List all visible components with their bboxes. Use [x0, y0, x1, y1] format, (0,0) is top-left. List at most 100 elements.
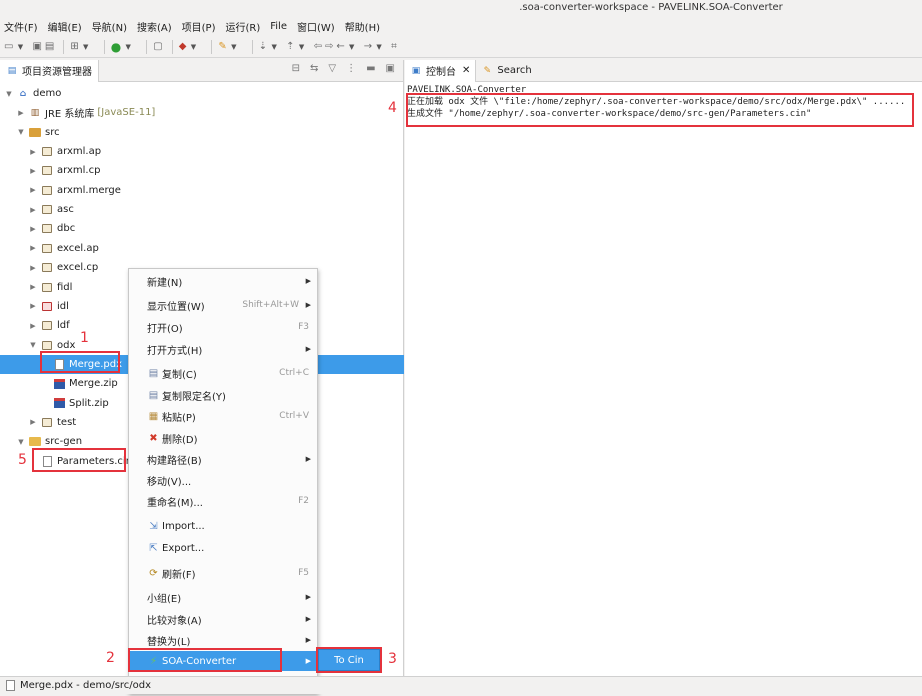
tree-item[interactable]: ▶ arxml.merge: [0, 181, 404, 200]
tree-item[interactable]: ▼ src: [0, 123, 404, 142]
tab-search[interactable]: ✎ Search: [476, 60, 536, 82]
tree-item[interactable]: ▼ ⌂ demo: [0, 84, 404, 103]
terminal-icon[interactable]: ▢: [153, 39, 162, 55]
new-dropdown-icon[interactable]: ▼: [16, 39, 24, 55]
context-menu-item[interactable]: 新建(N) ▶: [129, 271, 317, 291]
back-icon[interactable]: ←: [336, 39, 344, 55]
context-menu-item[interactable]: 显示位置(W) Shift+Alt+W ▶: [129, 295, 317, 315]
pen-icon[interactable]: ✎: [218, 39, 226, 55]
context-menu-item[interactable]: ⇲ Import...: [129, 516, 317, 536]
collapsed-chevron-icon[interactable]: ▶: [28, 225, 38, 233]
next-annotation-icon[interactable]: ⇣: [259, 39, 267, 55]
annotation-box-parameters-cin: [32, 448, 126, 472]
annotation-number: 4: [388, 100, 397, 116]
tree-item-label: odx: [57, 339, 76, 351]
menu-project[interactable]: 项目(P): [182, 19, 216, 34]
menu-file[interactable]: 文件(F): [4, 19, 38, 34]
collapsed-chevron-icon[interactable]: ▶: [16, 109, 26, 117]
status-text: Merge.pdx - demo/src/odx: [20, 680, 152, 691]
menu-navigate[interactable]: 导航(N): [92, 19, 127, 34]
context-menu-item[interactable]: 替换为(L) ▶: [129, 630, 317, 650]
context-menu-item[interactable]: 构建路径(B) ▶: [129, 449, 317, 469]
folder-icon: [29, 436, 41, 447]
collapsed-chevron-icon[interactable]: ▶: [28, 302, 38, 310]
pen-dropdown-icon[interactable]: ▼: [230, 39, 238, 55]
tree-item[interactable]: ▶ arxml.cp: [0, 161, 404, 180]
collapsed-chevron-icon[interactable]: ▶: [28, 264, 38, 272]
new-class-dropdown-icon[interactable]: ▼: [189, 39, 197, 55]
tree-item[interactable]: ▶ ▥ JRE 系统库 [JavaSE-11]: [0, 103, 404, 122]
context-menu-item[interactable]: ▤ 复制(C) Ctrl+C: [129, 363, 317, 383]
export-icon: ⇱: [149, 542, 158, 554]
collapsed-chevron-icon[interactable]: ▶: [28, 206, 38, 214]
back-dropdown-icon[interactable]: ▼: [348, 39, 356, 55]
context-menu-item[interactable]: ▦ 粘贴(P) Ctrl+V: [129, 406, 317, 426]
context-menu-item[interactable]: ▤ 复制限定名(Y): [129, 385, 317, 405]
expanded-chevron-icon[interactable]: ▼: [4, 90, 14, 98]
collapsed-chevron-icon[interactable]: ▶: [28, 186, 38, 194]
close-icon[interactable]: ✕: [462, 65, 470, 76]
collapsed-chevron-icon[interactable]: ▶: [28, 322, 38, 330]
tree-item[interactable]: ▶ excel.ap: [0, 239, 404, 258]
prev-annotation-icon[interactable]: ⇡: [286, 39, 294, 55]
menu-help[interactable]: 帮助(H): [345, 19, 380, 34]
context-menu-item[interactable]: ⇱ Export...: [129, 538, 317, 558]
status-bar: Merge.pdx - demo/src/odx: [0, 676, 922, 694]
tab-project-explorer[interactable]: ▤ 项目资源管理器: [0, 59, 99, 82]
filter-icon[interactable]: ▽: [328, 63, 336, 74]
project-explorer-icon: ▤: [7, 65, 17, 76]
pin-editor-icon[interactable]: ⌗: [391, 39, 397, 55]
run-dropdown-icon[interactable]: ▼: [124, 39, 132, 55]
menu-run[interactable]: 运行(R): [225, 19, 260, 34]
menu-window[interactable]: 窗口(W): [297, 19, 335, 34]
maximize-icon[interactable]: ▣: [386, 63, 395, 74]
tree-item[interactable]: ▶ asc: [0, 200, 404, 219]
tab-console[interactable]: ▣ 控制台 ✕: [405, 59, 477, 82]
collapsed-chevron-icon[interactable]: ▶: [28, 244, 38, 252]
minimize-icon[interactable]: ▬: [366, 63, 375, 74]
run-icon[interactable]: ●: [111, 39, 121, 55]
last-edit-icon[interactable]: ⇦: [314, 39, 322, 55]
source-folder-icon: [29, 127, 41, 138]
open-perspective-icon[interactable]: ⊞: [70, 39, 78, 55]
context-menu-item[interactable]: 打开(O) F3: [129, 317, 317, 337]
context-menu-item[interactable]: 重命名(M)... F2: [129, 491, 317, 511]
expanded-chevron-icon[interactable]: ▼: [16, 438, 26, 446]
collapsed-chevron-icon[interactable]: ▶: [28, 167, 38, 175]
next-annotation-dropdown-icon[interactable]: ▼: [270, 39, 278, 55]
forward-dropdown-icon[interactable]: ▼: [375, 39, 383, 55]
copy-qualified-icon: ▤: [148, 389, 159, 401]
new-class-icon[interactable]: ◆: [179, 39, 187, 55]
prev-annotation-dropdown-icon[interactable]: ▼: [298, 39, 306, 55]
tree-item[interactable]: ▶ dbc: [0, 219, 404, 238]
save-all-icon[interactable]: ▤: [45, 39, 54, 55]
expanded-chevron-icon[interactable]: ▼: [28, 341, 38, 349]
new-icon[interactable]: ▭: [4, 39, 13, 55]
context-menu-item[interactable]: 移动(V)...: [129, 470, 317, 490]
context-menu-item[interactable]: 打开方式(H) ▶: [129, 339, 317, 359]
context-menu-item[interactable]: ⟳ 刷新(F) F5: [129, 563, 317, 583]
collapsed-chevron-icon[interactable]: ▶: [28, 148, 38, 156]
annotation-number: 3: [388, 651, 397, 667]
menu-file-en[interactable]: File: [270, 21, 287, 32]
forward-icon[interactable]: →: [364, 39, 372, 55]
tree-item-label: excel.ap: [57, 242, 99, 254]
perspective-dropdown-icon[interactable]: ▼: [82, 39, 90, 55]
context-menu-item[interactable]: 小组(E) ▶: [129, 587, 317, 607]
save-icon[interactable]: ▣: [32, 39, 41, 55]
collapsed-chevron-icon[interactable]: ▶: [28, 283, 38, 291]
menu-edit[interactable]: 编辑(E): [48, 19, 82, 34]
context-menu-item[interactable]: 比较对象(A) ▶: [129, 609, 317, 629]
collapsed-chevron-icon[interactable]: ▶: [28, 418, 38, 426]
tree-item[interactable]: ▶ arxml.ap: [0, 142, 404, 161]
context-menu-item[interactable]: ✖ 删除(D): [129, 428, 317, 448]
collapse-all-icon[interactable]: ⊟: [292, 63, 300, 74]
link-editor-icon[interactable]: ⇆: [310, 63, 318, 74]
forward-edit-icon[interactable]: ⇨: [325, 39, 333, 55]
expanded-chevron-icon[interactable]: ▼: [16, 128, 26, 136]
view-menu-icon[interactable]: ⋮: [346, 63, 356, 74]
toolbar-separator: [251, 39, 253, 54]
annotation-number: 5: [18, 452, 27, 468]
menu-search[interactable]: 搜索(A): [137, 19, 172, 34]
package-icon: [41, 417, 53, 428]
